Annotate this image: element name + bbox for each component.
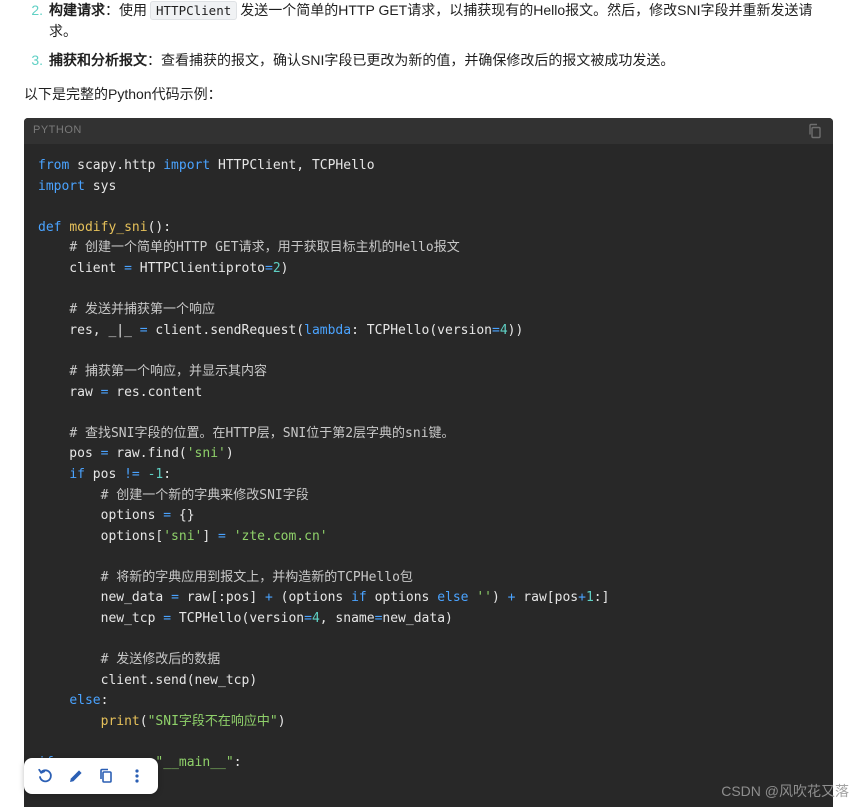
edit-icon[interactable] [65, 765, 87, 787]
inline-code: HTTPClient [150, 1, 238, 20]
step-number: 2. [31, 2, 43, 18]
intro-paragraph: 以下是完整的Python代码示例： [24, 86, 222, 102]
code-block: PYTHON from scapy.http import HTTPClient… [24, 118, 833, 807]
list-item: 3. 捕获和分析报文：查看捕获的报文，确认SNI字段已更改为新的值，并确保修改后… [24, 50, 824, 71]
step-text: 捕获和分析报文：查看捕获的报文，确认SNI字段已更改为新的值，并确保修改后的报文… [49, 52, 675, 68]
floating-toolbar [24, 758, 158, 794]
list-item: 2. 构建请求：使用 HTTPClient 发送一个简单的HTTP GET请求，以捕… [24, 0, 824, 42]
step-title: 捕获和分析报文 [49, 52, 147, 68]
refresh-icon[interactable] [34, 765, 56, 787]
step-title: 构建请求 [49, 2, 105, 18]
step-number: 3. [31, 52, 43, 68]
code-content: from scapy.http import HTTPClient, TCPHe… [38, 158, 610, 771]
more-vertical-icon[interactable] [126, 765, 148, 787]
step-text: 构建请求：使用 HTTPClient 发送一个简单的HTTP GET请求，以捕获现有… [49, 1, 813, 39]
copy-icon[interactable] [807, 123, 823, 139]
steps-list: 2. 构建请求：使用 HTTPClient 发送一个简单的HTTP GET请求，以捕… [24, 0, 824, 79]
language-label: PYTHON [33, 124, 82, 136]
copy-icon[interactable] [95, 765, 117, 787]
watermark: CSDN @风吹花又落 [721, 783, 849, 799]
code-header: PYTHON [24, 118, 833, 144]
